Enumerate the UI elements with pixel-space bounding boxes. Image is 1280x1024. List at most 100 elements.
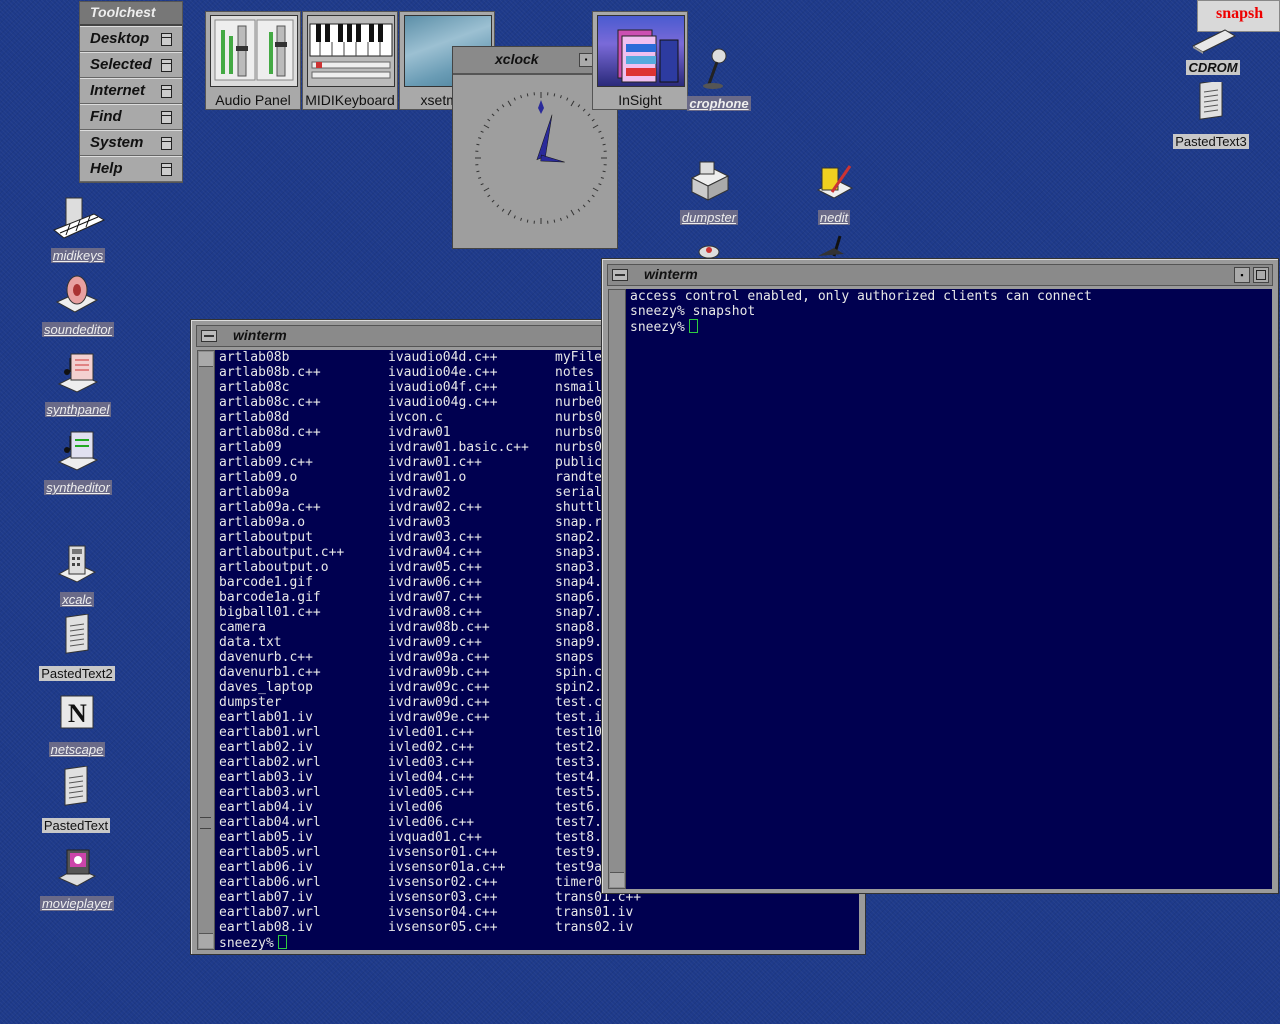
listing-entry: eartlab04.iv xyxy=(219,800,313,815)
dumpster-icon xyxy=(690,161,730,201)
audio-panel-icon[interactable]: Audio Panel xyxy=(205,11,301,110)
toolchest-title[interactable]: Toolchest xyxy=(80,2,182,26)
desktop-icon-microphone[interactable]: crophone xyxy=(686,46,752,113)
clock-tick xyxy=(566,97,569,101)
toolchest-selected[interactable]: Selected xyxy=(80,52,182,78)
listing-entry: ivled03.c++ xyxy=(388,755,475,770)
prompt-line: sneezy% xyxy=(630,319,698,335)
listing-entry: ivaudio04d.c++ xyxy=(388,350,498,365)
icon-label: PastedText xyxy=(41,818,111,833)
clock-tick xyxy=(507,100,512,107)
clock-tick xyxy=(476,143,480,146)
toolchest[interactable]: Toolchest Desktop Selected Internet Find… xyxy=(79,1,183,183)
window-menu-button[interactable] xyxy=(612,269,628,281)
clock-tick xyxy=(520,95,523,99)
listing-entry: ivled02.c++ xyxy=(388,740,475,755)
listing-entry: ivcon.c xyxy=(388,410,443,425)
scroll-down-arrow[interactable] xyxy=(610,872,624,887)
terminal-area[interactable]: access control enabled, only authorized … xyxy=(626,289,1272,889)
scrollbar[interactable] xyxy=(197,350,215,950)
clock-tick xyxy=(582,108,586,112)
minimize-button[interactable]: ▪ xyxy=(1234,267,1250,283)
winterm-window-right[interactable]: winterm ▪ access control enabled, only a… xyxy=(601,258,1279,894)
icon-label: nedit xyxy=(817,210,851,225)
desktop-icon-nedit[interactable]: nedit xyxy=(806,160,862,227)
listing-entry: eartlab06.wrl xyxy=(219,875,321,890)
desktop-icon-pastedtext2[interactable]: PastedText2 xyxy=(34,613,120,683)
desktop-icon-pastedtext3[interactable]: PastedText3 xyxy=(1170,79,1252,151)
scroll-up-arrow[interactable] xyxy=(199,352,213,367)
listing-entry: eartlab07.iv xyxy=(219,890,313,905)
clock-tick xyxy=(591,118,595,122)
desktop-icon-cdrom[interactable]: CDROM xyxy=(1178,18,1248,77)
listing-entry: artlab09a.o xyxy=(219,515,306,530)
clock-tick xyxy=(577,104,581,108)
listing-entry: davenurb.c++ xyxy=(219,650,313,665)
desktop-icon-movieplayer[interactable]: movieplayer xyxy=(36,846,118,913)
nedit-icon xyxy=(816,165,854,199)
toolchest-desktop[interactable]: Desktop xyxy=(80,26,182,52)
listing-entry: ivled05.c++ xyxy=(388,785,475,800)
clock-tick xyxy=(513,215,516,219)
desktop-icon-soundeditor[interactable]: soundeditor xyxy=(38,272,118,339)
toolchest-system[interactable]: System xyxy=(80,130,182,156)
listing-entry: ivsensor01a.c++ xyxy=(388,860,506,875)
listing-entry: eartlab03.iv xyxy=(219,770,313,785)
listing-entry: ivdraw01.basic.c++ xyxy=(388,440,529,455)
document-icon xyxy=(65,613,89,654)
scroll-thumb-grip[interactable] xyxy=(200,817,211,829)
window-title: winterm xyxy=(644,266,698,282)
insight-icon[interactable]: InSight xyxy=(592,11,688,110)
desktop-icon-synthpanel[interactable]: synthpanel xyxy=(40,350,116,419)
listing-entry: ivsensor03.c++ xyxy=(388,890,498,905)
desktop-icon-syntheditor[interactable]: syntheditor xyxy=(40,428,116,497)
listing-entry: ivdraw01.o xyxy=(388,470,467,485)
submenu-icon xyxy=(161,111,172,124)
clock-tick xyxy=(602,170,606,173)
submenu-icon xyxy=(161,137,172,150)
scroll-down-arrow[interactable] xyxy=(199,933,213,948)
listing-entry: ivdraw09a.c++ xyxy=(388,650,490,665)
clock-tick xyxy=(577,208,581,212)
window-menu-button[interactable] xyxy=(201,330,217,342)
clock-tick xyxy=(592,124,599,129)
icon-label: PastedText2 xyxy=(39,666,115,681)
clock-tick xyxy=(507,209,512,216)
icon-label: midikeys xyxy=(50,248,106,263)
scrollbar[interactable] xyxy=(608,289,626,889)
clock-tick xyxy=(480,130,484,133)
toolchest-find[interactable]: Find xyxy=(80,104,182,130)
toolchest-help[interactable]: Help xyxy=(80,156,182,182)
toolchest-internet[interactable]: Internet xyxy=(80,78,182,104)
listing-entry: davenurb1.c++ xyxy=(219,665,321,680)
desktop-icon-midikeys[interactable]: midikeys xyxy=(44,194,112,265)
listing-entry: eartlab02.iv xyxy=(219,740,313,755)
window-title: winterm xyxy=(233,327,287,343)
listing-entry: artlab08d.c++ xyxy=(219,425,321,440)
listing-entry: daves_laptop xyxy=(219,680,313,695)
listing-column-2: ivaudio04d.c++ ivaudio04e.c++ ivaudio04f.c… xyxy=(388,350,529,935)
output-line: sneezy% snapshot xyxy=(630,304,756,319)
midikeyboard-icon[interactable]: MIDIKeyboard xyxy=(302,11,398,110)
listing-entry: artlab08b.c++ xyxy=(219,365,321,380)
clock-tick xyxy=(513,97,516,101)
desktop-icon-pastedtext[interactable]: PastedText xyxy=(38,765,114,835)
clock-tick xyxy=(602,143,606,146)
toolchest-item-label: Find xyxy=(90,108,122,125)
maximize-button[interactable] xyxy=(1253,267,1269,283)
clock-tick xyxy=(600,137,604,140)
desktop-icon-dumpster[interactable]: dumpster xyxy=(676,158,742,227)
clock-tick xyxy=(520,217,523,221)
minimize-button[interactable]: ▪ xyxy=(579,53,593,67)
listing-entry: artlab08b xyxy=(219,350,290,365)
synth-editor-icon xyxy=(57,431,99,471)
listing-entry: ivdraw02 xyxy=(388,485,451,500)
titlebar[interactable]: winterm ▪ xyxy=(607,264,1273,286)
listing-entry: ivaudio04g.c++ xyxy=(388,395,498,410)
listing-entry: barcode1a.gif xyxy=(219,590,321,605)
listing-entry: eartlab05.wrl xyxy=(219,845,321,860)
desktop-icon-xcalc[interactable]: xcalc xyxy=(52,542,102,609)
desktop-icon-netscape[interactable]: N netscape xyxy=(44,692,110,759)
icon-label: crophone xyxy=(687,96,751,111)
svg-text:N: N xyxy=(68,699,87,728)
